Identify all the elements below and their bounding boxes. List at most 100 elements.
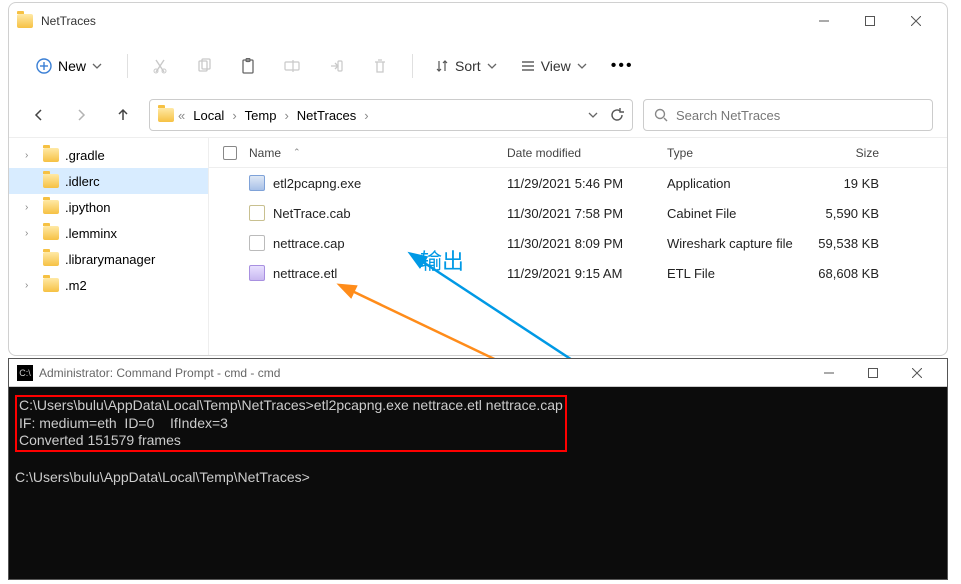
breadcrumb-prefix: « xyxy=(178,108,185,123)
chevron-right-icon: › xyxy=(232,108,236,123)
tree-item-label: .ipython xyxy=(65,200,111,215)
file-type: Cabinet File xyxy=(667,206,803,221)
address-bar[interactable]: « Local › Temp › NetTraces › xyxy=(149,99,633,131)
column-headers: Name⌃ Date modified Type Size xyxy=(209,138,947,168)
tree-item-label: .librarymanager xyxy=(65,252,155,267)
file-size: 68,608 KB xyxy=(803,266,903,281)
file-type: Wireshark capture file xyxy=(667,236,803,251)
breadcrumb-item[interactable]: NetTraces xyxy=(293,106,360,125)
file-list: Name⌃ Date modified Type Size etl2pcapng… xyxy=(209,138,947,355)
highlighted-command: C:\Users\bulu\AppData\Local\Temp\NetTrac… xyxy=(15,395,567,452)
tree-item[interactable]: ›.gradle xyxy=(9,142,208,168)
folder-icon xyxy=(43,200,59,214)
view-button[interactable]: View xyxy=(513,52,595,80)
file-date: 11/30/2021 7:58 PM xyxy=(507,206,667,221)
select-all-checkbox[interactable] xyxy=(223,146,237,160)
terminal-prompt: C:\Users\bulu\AppData\Local\Temp\NetTrac… xyxy=(15,469,310,485)
breadcrumb-item[interactable]: Local xyxy=(189,106,228,125)
new-button[interactable]: New xyxy=(25,51,113,81)
search-placeholder: Search NetTraces xyxy=(676,108,780,123)
toolbar: New Sort View ••• xyxy=(9,39,947,93)
column-name[interactable]: Name⌃ xyxy=(249,146,507,160)
sort-label: Sort xyxy=(455,58,481,74)
file-icon xyxy=(249,265,265,281)
file-icon xyxy=(249,205,265,221)
sort-indicator-icon: ⌃ xyxy=(293,147,301,158)
more-button[interactable]: ••• xyxy=(603,57,642,75)
paste-button[interactable] xyxy=(230,48,266,84)
tree-item-label: .lemminx xyxy=(65,226,117,241)
file-explorer-window: NetTraces New Sort View ••• xyxy=(8,2,948,356)
file-name: nettrace.cap xyxy=(273,236,345,251)
annotation-label: 输出 xyxy=(420,244,464,276)
tree-item-label: .gradle xyxy=(65,148,105,163)
cmd-icon: C:\ xyxy=(17,365,33,381)
chevron-right-icon: › xyxy=(284,108,288,123)
breadcrumb-item[interactable]: Temp xyxy=(241,106,281,125)
file-row[interactable]: NetTrace.cab 11/30/2021 7:58 PMCabinet Fi… xyxy=(209,198,947,228)
file-size: 5,590 KB xyxy=(803,206,903,221)
maximize-button[interactable] xyxy=(847,6,893,36)
terminal-title: Administrator: Command Prompt - cmd - cm… xyxy=(39,366,280,380)
file-name: NetTrace.cab xyxy=(273,206,351,221)
cut-button[interactable] xyxy=(142,48,178,84)
folder-icon xyxy=(43,174,59,188)
sort-icon xyxy=(435,59,449,73)
tree-item[interactable]: › .lemminx xyxy=(9,220,208,246)
rename-button[interactable] xyxy=(274,48,310,84)
file-size: 59,538 KB xyxy=(803,236,903,251)
chevron-down-icon xyxy=(487,63,497,69)
minimize-button[interactable] xyxy=(801,6,847,36)
chevron-right-icon: › xyxy=(25,202,28,213)
chevron-right-icon: › xyxy=(25,228,28,239)
file-date: 11/29/2021 5:46 PM xyxy=(507,176,667,191)
folder-icon xyxy=(158,108,174,122)
close-button[interactable] xyxy=(893,6,939,36)
new-label: New xyxy=(58,58,86,74)
minimize-button[interactable] xyxy=(807,360,851,386)
column-size[interactable]: Size xyxy=(803,146,903,160)
forward-button[interactable] xyxy=(65,99,97,131)
file-size: 19 KB xyxy=(803,176,903,191)
view-icon xyxy=(521,59,535,73)
titlebar: NetTraces xyxy=(9,3,947,39)
file-type: ETL File xyxy=(667,266,803,281)
terminal-output[interactable]: C:\Users\bulu\AppData\Local\Temp\NetTrac… xyxy=(9,387,947,497)
tree-item-label: .idlerc xyxy=(65,174,100,189)
terminal-titlebar: C:\ Administrator: Command Prompt - cmd … xyxy=(9,359,947,387)
share-button[interactable] xyxy=(318,48,354,84)
view-label: View xyxy=(541,58,571,74)
folder-icon xyxy=(43,278,59,292)
tree-item[interactable]: › .ipython xyxy=(9,194,208,220)
refresh-button[interactable] xyxy=(610,99,624,131)
folder-icon xyxy=(43,252,59,266)
folder-icon xyxy=(43,148,59,162)
delete-button[interactable] xyxy=(362,48,398,84)
file-row[interactable]: nettrace.etl11/29/2021 9:15 AMETL File68… xyxy=(209,258,947,288)
search-input[interactable]: Search NetTraces xyxy=(643,99,933,131)
plus-circle-icon xyxy=(36,58,52,74)
chevron-right-icon: › xyxy=(364,108,368,123)
dropdown-button[interactable] xyxy=(588,99,598,131)
close-button[interactable] xyxy=(895,360,939,386)
file-row[interactable]: etl2pcapng.exe 11/29/2021 5:46 PMApplicat… xyxy=(209,168,947,198)
column-date[interactable]: Date modified xyxy=(507,146,667,160)
tree-item[interactable]: .idlerc xyxy=(9,168,208,194)
maximize-button[interactable] xyxy=(851,360,895,386)
command-prompt-window: C:\ Administrator: Command Prompt - cmd … xyxy=(8,358,948,580)
back-button[interactable] xyxy=(23,99,55,131)
column-type[interactable]: Type xyxy=(667,146,803,160)
tree-item[interactable]: .librarymanager xyxy=(9,246,208,272)
folder-icon xyxy=(17,13,33,29)
copy-button[interactable] xyxy=(186,48,222,84)
up-button[interactable] xyxy=(107,99,139,131)
sort-button[interactable]: Sort xyxy=(427,52,505,80)
tree-item-label: .m2 xyxy=(65,278,87,293)
file-icon xyxy=(249,235,265,251)
file-name: etl2pcapng.exe xyxy=(273,176,361,191)
window-title: NetTraces xyxy=(41,14,801,28)
chevron-down-icon xyxy=(92,63,102,69)
file-type: Application xyxy=(667,176,803,191)
file-row[interactable]: nettrace.cap11/30/2021 8:09 PMWireshark … xyxy=(209,228,947,258)
tree-item[interactable]: ›.m2 xyxy=(9,272,208,298)
